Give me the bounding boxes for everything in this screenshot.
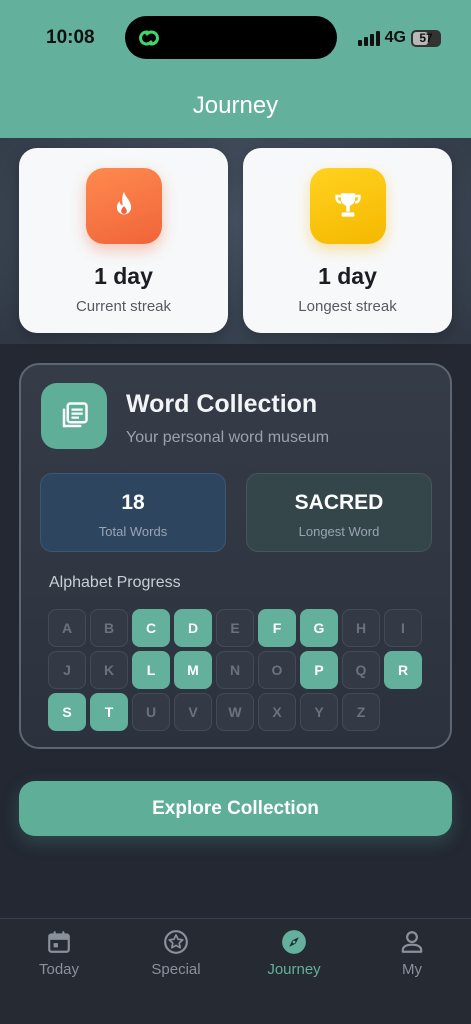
library-icon <box>41 383 107 449</box>
letter-tile-x: X <box>258 693 296 731</box>
letter-tile-q: Q <box>342 651 380 689</box>
header-bar: 10:08 4G 57 Journey <box>0 0 471 138</box>
collection-subtitle: Your personal word museum <box>126 429 330 446</box>
current-streak-card: 1 day Current streak <box>19 148 228 333</box>
letter-tile-a: A <box>48 609 86 647</box>
network-type: 4G <box>384 29 406 46</box>
letter-tile-z: Z <box>342 693 380 731</box>
tab-special[interactable]: Special <box>126 929 226 978</box>
letter-tile-w: W <box>216 693 254 731</box>
star-badge-icon <box>164 930 188 954</box>
calendar-icon <box>48 931 70 953</box>
letter-tile-b: B <box>90 609 128 647</box>
letter-tile-s: S <box>48 693 86 731</box>
word-collection-card[interactable]: Word Collection Your personal word museu… <box>19 363 452 749</box>
letter-tile-n: N <box>216 651 254 689</box>
status-indicators: 4G 57 <box>357 29 441 47</box>
tab-my[interactable]: My <box>362 929 462 978</box>
alphabet-progress-title: Alphabet Progress <box>49 574 181 591</box>
letter-tile-r: R <box>384 651 422 689</box>
longest-word-value: SACRED <box>294 491 384 514</box>
longest-streak-card: 1 day Longest streak <box>243 148 452 333</box>
dynamic-island <box>125 16 337 59</box>
current-streak-label: Current streak <box>75 298 172 315</box>
tab-bar: Today Special Journey My <box>0 918 471 1024</box>
fire-icon <box>85 168 162 244</box>
page-title: Journey <box>192 92 279 119</box>
battery-level: 57 <box>419 31 433 45</box>
tab-special-label: Special <box>151 961 201 978</box>
tab-today[interactable]: Today <box>9 929 109 978</box>
status-time: 10:08 <box>46 27 95 48</box>
letter-tile-d: D <box>174 609 212 647</box>
compass-icon <box>282 930 306 954</box>
longest-word-stat: SACRED Longest Word <box>246 473 432 552</box>
longest-word-label: Longest Word <box>298 524 380 539</box>
letter-tile-m: M <box>174 651 212 689</box>
letter-tile-i: I <box>384 609 422 647</box>
total-words-value: 18 <box>121 491 145 514</box>
current-streak-value: 1 day <box>94 263 153 289</box>
alphabet-grid: ABCDEFGHI JKLMNOPQR STUVWXYZ <box>48 609 428 731</box>
total-words-stat: 18 Total Words <box>40 473 226 552</box>
letter-tile-v: V <box>174 693 212 731</box>
letter-tile-k: K <box>90 651 128 689</box>
battery-icon: 57 <box>411 29 441 47</box>
tab-my-label: My <box>402 961 422 978</box>
letter-tile-o: O <box>258 651 296 689</box>
trophy-icon <box>309 168 386 244</box>
longest-streak-value: 1 day <box>318 263 377 289</box>
person-icon <box>401 931 423 953</box>
letter-tile-y: Y <box>300 693 338 731</box>
tab-journey-label: Journey <box>267 961 321 978</box>
letter-tile-u: U <box>132 693 170 731</box>
signal-icon <box>357 30 380 46</box>
app-link-icon <box>139 30 159 46</box>
letter-tile-p: P <box>300 651 338 689</box>
collection-title: Word Collection <box>126 390 318 418</box>
total-words-label: Total Words <box>98 524 168 539</box>
longest-streak-label: Longest streak <box>298 298 397 315</box>
letter-tile-e: E <box>216 609 254 647</box>
letter-tile-l: L <box>132 651 170 689</box>
explore-collection-button[interactable]: Explore Collection <box>19 781 452 836</box>
letter-tile-t: T <box>90 693 128 731</box>
letter-tile-f: F <box>258 609 296 647</box>
tab-today-label: Today <box>38 961 80 978</box>
letter-tile-c: C <box>132 609 170 647</box>
letter-tile-j: J <box>48 651 86 689</box>
letter-tile-h: H <box>342 609 380 647</box>
tab-journey[interactable]: Journey <box>244 929 344 978</box>
letter-tile-g: G <box>300 609 338 647</box>
